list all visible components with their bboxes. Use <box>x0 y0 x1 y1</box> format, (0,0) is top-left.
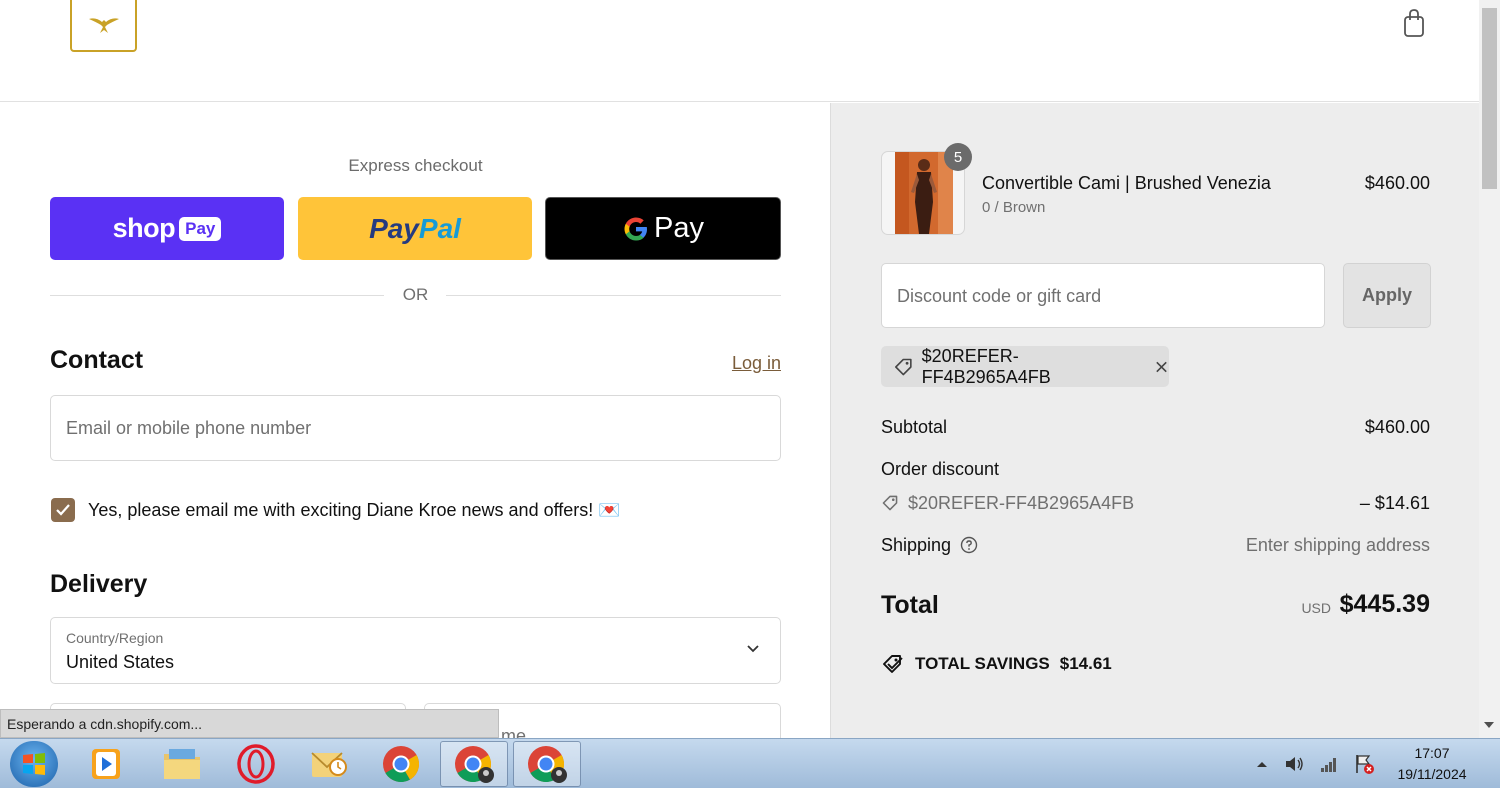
subtotal-label: Subtotal <box>881 417 948 437</box>
newsletter-checkbox[interactable] <box>51 498 75 522</box>
applied-code-text: $20REFER-FF4B2965A4FB <box>921 345 1051 387</box>
scrollbar-thumb[interactable] <box>1482 8 1497 189</box>
shipping-value: Enter shipping address <box>1245 535 1430 555</box>
total-amount: $445.39 <box>1339 590 1430 618</box>
newsletter-label: Yes, please email me with exciting Diane… <box>88 500 621 520</box>
paypal-button[interactable]: Pay Pal <box>298 197 532 260</box>
paypal-logo-text-1: Pay <box>369 212 419 244</box>
chrome-icon <box>383 746 420 783</box>
google-pay-button[interactable]: Pay <box>545 197 781 260</box>
discount-code-text: $20REFER-FF4B2965A4FB <box>908 493 1135 513</box>
taskbar-chrome-profile-2[interactable] <box>513 741 581 787</box>
shop-pay-logo-text: shop <box>112 213 176 243</box>
total-savings: TOTAL SAVINGS $14.61 <box>881 653 1112 675</box>
tray-expand-icon[interactable] <box>1255 759 1269 769</box>
browser-status-bar: Esperando a cdn.shopify.com... <box>0 709 499 738</box>
folder-icon <box>164 749 200 779</box>
order-summary-column: 5 Convertible Cami | Brushed Venezia 0 /… <box>830 103 1479 738</box>
country-value: United States <box>66 652 175 672</box>
order-discount-row: Order discount <box>881 459 1430 480</box>
system-tray <box>1255 749 1375 779</box>
taskbar-media-player[interactable] <box>72 741 140 787</box>
shop-pay-button[interactable]: shop Pay <box>50 197 284 260</box>
windows-taskbar: 17:07 19/11/2024 <box>0 738 1500 788</box>
taskbar-file-explorer[interactable] <box>148 741 216 787</box>
shipping-label: Shipping <box>881 535 952 555</box>
or-divider: OR <box>50 285 781 305</box>
savings-label: TOTAL SAVINGS <box>915 654 1050 673</box>
taskbar-opera[interactable] <box>222 741 290 787</box>
start-button[interactable] <box>10 741 58 787</box>
eagle-logo-icon <box>88 18 119 33</box>
order-discount-label: Order discount <box>881 459 1000 479</box>
shopping-bag-icon[interactable] <box>1402 8 1426 38</box>
remove-discount-icon[interactable] <box>1154 359 1169 375</box>
chrome-profile-icon <box>528 746 567 783</box>
discount-placeholder: Discount code or gift card <box>897 286 1102 306</box>
help-circle-icon[interactable] <box>960 536 978 554</box>
checkout-page: Express checkout shop Pay Pay Pal Pay OR … <box>0 0 1500 788</box>
login-link[interactable]: Log in <box>700 353 781 374</box>
tag-icon <box>882 495 898 511</box>
shop-pay-badge: Pay <box>179 216 222 241</box>
savings-value: $14.61 <box>1059 654 1112 673</box>
subtotal-value: $460.00 <box>1364 417 1430 437</box>
express-checkout-title: Express checkout <box>348 156 483 175</box>
total-label: Total <box>881 591 939 619</box>
clock-time: 17:07 <box>1414 745 1450 761</box>
action-center-flag-icon[interactable] <box>1353 753 1375 775</box>
tag-icon <box>895 358 912 375</box>
scroll-down-arrow-icon[interactable] <box>1484 722 1494 728</box>
mail-clock-icon <box>311 752 347 777</box>
chevron-down-icon <box>747 645 759 653</box>
paypal-logo-text-2: Pal <box>418 212 461 244</box>
network-signal-icon[interactable] <box>1319 754 1339 774</box>
country-select[interactable]: Country/Region United States <box>50 617 781 684</box>
system-clock[interactable]: 17:07 19/11/2024 <box>1380 743 1484 785</box>
clock-date: 19/11/2024 <box>1397 766 1467 782</box>
google-pay-label: Pay <box>654 212 704 244</box>
windows-logo-icon <box>23 753 45 775</box>
opera-icon <box>237 744 275 784</box>
savings-tag-icon <box>883 655 903 673</box>
total-currency: USD <box>1301 600 1331 616</box>
site-header <box>0 0 1479 102</box>
product-price: $460.00 <box>1364 173 1430 193</box>
product-variant: 0 / Brown <box>982 199 1046 216</box>
contact-heading: Contact <box>50 346 144 374</box>
taskbar-chrome-profile-1[interactable] <box>440 741 508 787</box>
page-scrollbar[interactable] <box>1479 0 1500 738</box>
taskbar-chrome[interactable] <box>367 741 435 787</box>
or-line-right <box>446 295 781 296</box>
checkout-form-column: Express checkout shop Pay Pay Pal Pay OR … <box>0 103 830 763</box>
volume-icon[interactable] <box>1283 753 1305 775</box>
delivery-heading: Delivery <box>50 570 148 598</box>
shipping-row: Shipping Enter shipping address <box>881 535 1430 556</box>
taskbar-mail-app[interactable] <box>295 741 363 787</box>
apply-discount-button[interactable]: Apply <box>1343 263 1431 328</box>
email-placeholder: Email or mobile phone number <box>66 418 312 438</box>
quantity-badge: 5 <box>944 143 972 171</box>
subtotal-row: Subtotal $460.00 <box>881 417 1430 438</box>
discount-code-input[interactable]: Discount code or gift card <box>881 263 1325 328</box>
discount-value: – $14.61 <box>1359 493 1430 513</box>
media-player-icon <box>92 749 120 779</box>
chrome-profile-icon <box>455 746 494 783</box>
country-label: Country/Region <box>66 630 164 646</box>
product-name: Convertible Cami | Brushed Venezia <box>982 173 1271 193</box>
applied-discount-tag: $20REFER-FF4B2965A4FB <box>881 346 1169 387</box>
store-logo[interactable] <box>70 0 137 52</box>
checkmark-icon <box>56 504 70 516</box>
email-field[interactable]: Email or mobile phone number <box>50 395 781 461</box>
discount-detail-row: $20REFER-FF4B2965A4FB – $14.61 <box>881 493 1430 514</box>
google-g-icon <box>624 217 647 240</box>
